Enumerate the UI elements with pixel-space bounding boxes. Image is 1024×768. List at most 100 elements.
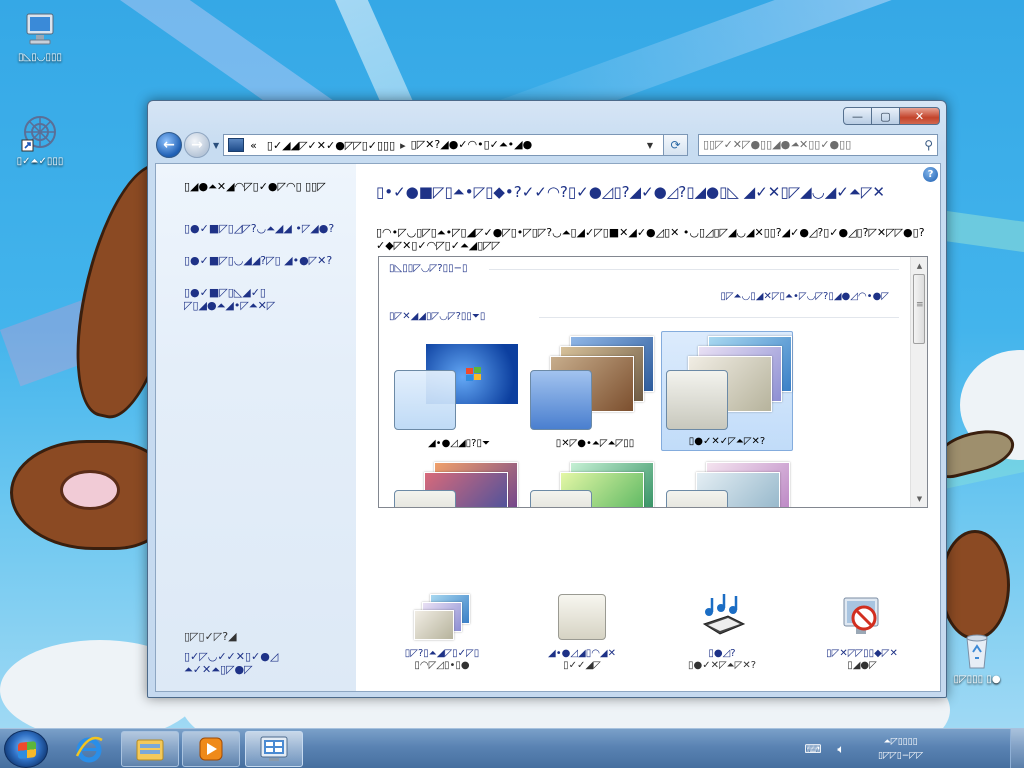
network-icon <box>19 112 61 154</box>
breadcrumb-personalization[interactable]: ▯◸✕?◢●✓◠•▯✓⏶•◢● <box>411 138 533 152</box>
taskbar-windows-explorer[interactable] <box>121 731 179 767</box>
theme-row2-1[interactable] <box>393 457 525 507</box>
bottom-item-label: ▯●◿? <box>708 648 736 659</box>
theme-windows-7[interactable]: ◢•●◿◢▯?▯⏷ <box>393 333 525 453</box>
desktop-icon-label: ▯✓⏶✓▯▯▯ <box>16 156 64 167</box>
start-button[interactable] <box>4 730 48 768</box>
refresh-button[interactable]: ⟳ <box>664 134 688 156</box>
desktop-icon-label: ▯◺▯◡▯▯▯ <box>18 52 62 63</box>
clock[interactable]: ⏶◸▯▯▯▯ ▯◸◸▯−◸◸ <box>878 735 923 763</box>
windows-logo-icon <box>18 741 36 759</box>
back-button[interactable]: ← <box>156 132 182 158</box>
color-swatch <box>394 370 456 430</box>
breadcrumb-separator-icon[interactable]: « <box>250 139 257 152</box>
task-link[interactable]: ▯●✓■◸▯◡◢◢?◸▯ ◢•●◸✕? <box>184 254 349 267</box>
main-pane: ? ▯•✓●■◸▯⏶•◸▯◆•?✓✓◠?▯✓●◿▯?◢✓●◿?▯◢●▯◺ ◢✓✕… <box>356 164 940 691</box>
control-panel-icon <box>260 736 288 761</box>
scroll-up-icon[interactable]: ▲ <box>911 257 927 274</box>
maximize-button[interactable]: ▢ <box>871 107 900 125</box>
screen-saver-item[interactable]: ▯◸✕◸◸▯▯◆◸✕ ▯◢●◸ <box>792 594 932 672</box>
bottom-item-sub: ▯●✓✕◸⏶◸✕? <box>687 660 757 671</box>
control-panel-home-link[interactable]: ▯◢●⏶✕◢◠◸▯✓●◸◠▯ ▯▯◸ <box>184 180 349 193</box>
task-pane: ▯◢●⏶✕◢◠◸▯✓●◸◠▯ ▯▯◸ ▯●✓■◸▯◿◸?◡⏶◢◢ •◸◢●? ▯… <box>156 164 356 691</box>
close-button[interactable]: ✕ <box>899 107 940 125</box>
theme-label: ◢•●◿◢▯?▯⏷ <box>427 438 490 449</box>
bottom-item-label: ◢•●◿◢▯◠◢✕ <box>548 648 616 659</box>
control-panel-icon <box>228 138 245 152</box>
volume-icon[interactable]: 🔈︎ <box>832 741 850 757</box>
color-swatch <box>666 370 728 430</box>
page-title: ▯•✓●■◸▯⏶•◸▯◆•?✓✓◠?▯✓●◿▯?◢✓●◿?▯◢●▯◺ ◢✓✕▯◸… <box>376 183 885 201</box>
network-icon[interactable]: ⌨ <box>804 741 822 757</box>
screen-saver-icon <box>834 594 890 642</box>
refresh-icon: ⟳ <box>670 138 681 152</box>
page-description: ▯◠•◸◡▯◸▯⏶•◸▯◢◸✓●◸▯•◸▯◸?◡⏶▯◢✓◸▯■✕◢✓●◿▯✕ •… <box>376 226 925 252</box>
desktop-icon-computer[interactable]: ▯◺▯◡▯▯▯ <box>5 8 75 64</box>
help-icon[interactable]: ? <box>923 167 938 182</box>
sounds-icon <box>694 594 750 642</box>
breadcrumb-separator-icon[interactable]: ▸ <box>400 139 406 152</box>
theme-label: ▯✕◸●•⏶◸⏶◸▯▯ <box>555 438 635 449</box>
arrow-right-icon: → <box>191 137 203 153</box>
turtle-back-flipper <box>940 530 1010 640</box>
address-dropdown-icon[interactable]: ▼ <box>647 141 653 150</box>
recycle-bin-icon <box>956 630 998 672</box>
minimize-button[interactable]: — <box>843 107 872 125</box>
sounds-item[interactable]: ▯●◿? ▯●✓✕◸⏶◸✕? <box>652 594 792 672</box>
desktop-icon-label: ▯◸▯▯▯ ▯● <box>953 674 1001 685</box>
desktop-icon-recycle-bin[interactable]: ▯◸▯▯▯ ▯● <box>942 630 1012 686</box>
breadcrumb-appearance[interactable]: ▯✓◢◢◸✓✕✓●◸◸▯✓▯▯▯ <box>267 139 395 152</box>
bottom-item-label: ▯◸✕◸◸▯▯◆◸✕ <box>826 648 898 659</box>
computer-icon <box>19 8 61 50</box>
folder-icon <box>136 739 164 761</box>
window-color-item[interactable]: ◢•●◿◢▯◠◢✕ ▯✓✓◢◸ <box>512 594 652 672</box>
scroll-thumb[interactable] <box>913 274 925 344</box>
personalization-window: — ▢ ✕ ← → ▼ « ▯✓◢◢◸✓✕✓●◸◸▯✓▯▯▯ ▸ ▯◸✕?◢●✓… <box>147 100 947 698</box>
taskbar-control-panel[interactable] <box>245 731 303 767</box>
aero-themes-heading: ▯◸✕◢◢▯◸◡◸?▯▯⏷▯ <box>389 311 486 322</box>
theme-architecture[interactable]: ▯✕◸●•⏶◸⏶◸▯▯ <box>529 333 661 453</box>
taskbar-internet-explorer[interactable] <box>60 731 118 767</box>
light-ray <box>935 210 1024 257</box>
theme-label: ▯●✓✕✓◸⏶◸✕? <box>688 436 766 447</box>
content-area: ▯◢●⏶✕◢◠◸▯✓●◸◠▯ ▯▯◸ ▯●✓■◸▯◿◸?◡⏶◢◢ •◸◢●? ▯… <box>155 163 941 692</box>
bottom-item-label: ▯◸?▯⏶◢◸▯✓◸▯ <box>404 648 480 659</box>
notification-area: ⌨ 🔈︎ ⏶◸▯▯▯▯ ▯◸◸▯−◸◸ <box>794 729 1024 768</box>
search-icon[interactable]: ⚲ <box>924 138 933 152</box>
theme-row2-3[interactable] <box>665 457 797 507</box>
show-desktop-button[interactable] <box>1010 729 1024 768</box>
see-also-heading: ▯◸▯✓◸?◢ <box>184 630 237 643</box>
color-swatch <box>394 490 456 507</box>
taskbar: ⌨ 🔈︎ ⏶◸▯▯▯▯ ▯◸◸▯−◸◸ <box>0 728 1024 768</box>
clock-date: ▯◸◸▯−◸◸ <box>878 751 924 761</box>
internet-explorer-icon <box>75 736 103 763</box>
search-input[interactable]: ▯▯◸✓✕◸●▯▯◢●⏶✕▯▯✓●▯▯ ⚲ <box>698 134 938 156</box>
recent-pages-dropdown[interactable]: ▼ <box>213 141 219 150</box>
desktop-icon-shortcut[interactable]: ▯✓⏶✓▯▯▯ <box>5 112 75 168</box>
bottom-item-sub: ▯◢●◸ <box>847 660 877 671</box>
my-themes-heading: ▯◺▯▯◸◡◸?▯▯−▯ <box>389 263 468 274</box>
scroll-down-icon[interactable]: ▼ <box>911 490 927 507</box>
theme-list-scrollbar[interactable]: ▲ ▼ <box>910 257 927 507</box>
theme-list: ▯◺▯▯◸◡◸?▯▯−▯ ▯◸⏶◡▯◢✕◸▯⏶•◸◡◸?▯◢●◿◠•●◸ ▯◸✕… <box>378 256 928 508</box>
arrow-left-icon: ← <box>163 137 175 153</box>
bottom-item-sub: ▯✓✓◢◸ <box>563 660 601 671</box>
see-also-link[interactable]: ▯✓◸◡✓✓✕▯✓●◿ <box>184 650 349 663</box>
desktop-background-icon <box>414 594 470 642</box>
bottom-item-sub: ▯◠◸◿▯•▯● <box>414 660 470 671</box>
forward-button[interactable]: → <box>184 132 210 158</box>
theme-row2-2[interactable] <box>529 457 661 507</box>
taskbar-media-player[interactable] <box>182 731 240 767</box>
navigation-bar: ← → ▼ « ▯✓◢◢◸✓✕✓●◸◸▯✓▯▯▯ ▸ ▯◸✕?◢●✓◠•▯✓⏶•… <box>156 131 938 159</box>
caption-buttons: — ▢ ✕ <box>843 107 940 125</box>
task-link[interactable]: ▯●✓■◸▯◿◸?◡⏶◢◢ •◸◢●? <box>184 222 349 235</box>
address-bar[interactable]: « ▯✓◢◢◸✓✕✓●◸◸▯✓▯▯▯ ▸ ▯◸✕?◢●✓◠•▯✓⏶•◢● ▼ <box>223 134 664 156</box>
save-theme-link[interactable]: ▯◸⏶◡▯◢✕◸▯⏶•◸◡◸?▯◢●◿◠•●◸ <box>720 291 889 302</box>
theme-characters[interactable]: ▯●✓✕✓◸⏶◸✕? <box>661 331 793 451</box>
turtle-eye <box>60 470 120 510</box>
desktop-background-item[interactable]: ▯◸?▯⏶◢◸▯✓◸▯ ▯◠◸◿▯•▯● <box>372 594 512 672</box>
color-swatch <box>666 490 728 507</box>
see-also-link[interactable]: ⏶✓✕⏶▯◸●◸ <box>184 663 349 676</box>
media-player-icon <box>199 737 223 761</box>
task-link[interactable]: ▯●✓■◸▯◺◢✓▯ ◸▯◢●⏶◢•◸⏶✕◸ <box>184 286 349 312</box>
